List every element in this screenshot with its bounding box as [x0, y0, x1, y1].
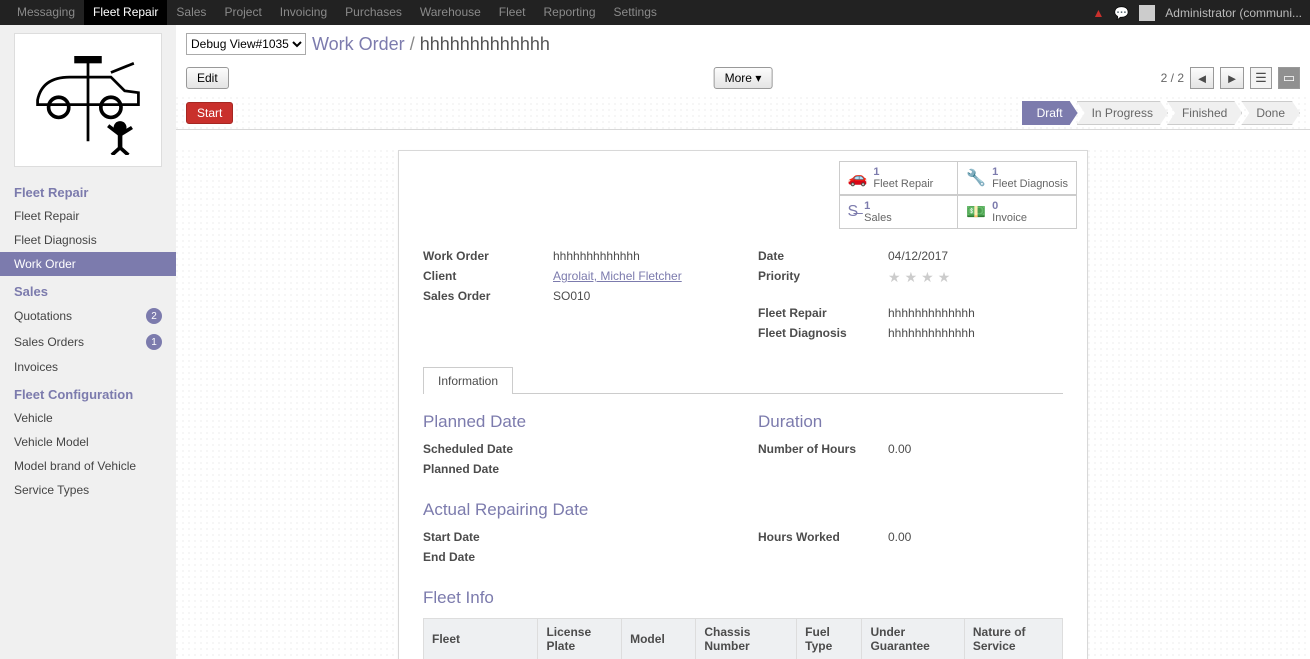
status-bar: Draft In Progress Finished Done — [1023, 101, 1300, 125]
next-button[interactable]: ► — [1220, 67, 1244, 89]
fleet-table: Fleet License Plate Model Chassis Number… — [423, 618, 1063, 659]
sidebar-section-fleet-repair[interactable]: Fleet Repair — [0, 177, 176, 204]
debug-view-select[interactable]: Debug View#1035 — [186, 33, 306, 55]
prev-button[interactable]: ◄ — [1190, 67, 1214, 89]
pager: 2 / 2 — [1161, 71, 1184, 85]
breadcrumb: Work Order / hhhhhhhhhhhhh — [312, 34, 550, 55]
label-date: Date — [758, 249, 888, 263]
sidebar-section-sales[interactable]: Sales — [0, 276, 176, 303]
chat-icon[interactable]: 💬 — [1114, 6, 1129, 20]
stat-fleet-repair[interactable]: 🚗 1Fleet Repair — [839, 161, 959, 195]
menu-sales[interactable]: Sales — [167, 0, 215, 25]
value-date: 04/12/2017 — [888, 249, 1063, 263]
menu-fleet[interactable]: Fleet — [490, 0, 535, 25]
form-sheet: 🚗 1Fleet Repair 🔧 1Fleet Diagnosis S̶ 1S… — [398, 150, 1088, 659]
section-actual-repairing: Actual Repairing Date — [423, 500, 728, 520]
sidebar: Fleet Repair Fleet Repair Fleet Diagnosi… — [0, 25, 176, 659]
status-draft[interactable]: Draft — [1022, 101, 1078, 125]
label-work-order: Work Order — [423, 249, 553, 263]
th-fuel-type[interactable]: Fuel Type — [797, 619, 862, 659]
more-button[interactable]: More ▾ — [714, 67, 773, 89]
th-nature[interactable]: Nature of Service — [964, 619, 1062, 659]
fleet-repair-logo-icon — [23, 45, 153, 155]
sidebar-item-work-order[interactable]: Work Order — [0, 252, 176, 276]
tab-information[interactable]: Information — [423, 367, 513, 394]
avatar[interactable] — [1139, 5, 1155, 21]
star-icon[interactable]: ★ — [938, 269, 951, 286]
stat-fleet-diagnosis[interactable]: 🔧 1Fleet Diagnosis — [957, 161, 1077, 195]
sidebar-item-service-types[interactable]: Service Types — [0, 478, 176, 502]
list-view-button[interactable]: ☰ — [1250, 67, 1272, 89]
sidebar-item-invoices[interactable]: Invoices — [0, 355, 176, 379]
value-hours-worked: 0.00 — [888, 530, 1063, 544]
status-done[interactable]: Done — [1241, 101, 1300, 125]
quotations-badge: 2 — [146, 308, 162, 324]
th-license-plate[interactable]: License Plate — [538, 619, 622, 659]
menu-project[interactable]: Project — [215, 0, 270, 25]
menu-purchases[interactable]: Purchases — [336, 0, 411, 25]
breadcrumb-title: hhhhhhhhhhhhh — [420, 34, 550, 54]
edit-button[interactable]: Edit — [186, 67, 229, 89]
breadcrumb-root[interactable]: Work Order — [312, 34, 405, 54]
user-menu[interactable]: Administrator (communi... — [1165, 6, 1302, 20]
section-duration: Duration — [758, 412, 1063, 432]
label-hours-worked: Hours Worked — [758, 530, 888, 544]
form-view-button[interactable]: ▭ — [1278, 67, 1300, 89]
menu-warehouse[interactable]: Warehouse — [411, 0, 490, 25]
section-fleet-info: Fleet Info — [423, 588, 1063, 608]
alert-icon[interactable]: ▲ — [1092, 6, 1104, 20]
sidebar-item-fleet-diagnosis[interactable]: Fleet Diagnosis — [0, 228, 176, 252]
th-fleet[interactable]: Fleet — [424, 619, 538, 659]
label-fleet-diagnosis: Fleet Diagnosis — [758, 326, 888, 340]
sidebar-item-fleet-repair[interactable]: Fleet Repair — [0, 204, 176, 228]
chevron-down-icon: ▾ — [755, 71, 761, 85]
menu-reporting[interactable]: Reporting — [534, 0, 604, 25]
sidebar-section-fleet-config[interactable]: Fleet Configuration — [0, 379, 176, 406]
th-chassis[interactable]: Chassis Number — [696, 619, 797, 659]
money-icon: 💵 — [966, 202, 986, 222]
value-work-order: hhhhhhhhhhhhh — [553, 249, 728, 263]
strikethrough-icon: S̶ — [848, 203, 859, 221]
value-num-hours: 0.00 — [888, 442, 1063, 456]
star-icon[interactable]: ★ — [888, 269, 901, 286]
label-priority: Priority — [758, 269, 888, 286]
sidebar-item-vehicle-model[interactable]: Vehicle Model — [0, 430, 176, 454]
value-fleet-repair: hhhhhhhhhhhhh — [888, 306, 1063, 320]
value-fleet-diagnosis: hhhhhhhhhhhhh — [888, 326, 1063, 340]
app-logo — [14, 33, 162, 167]
label-start-date: Start Date — [423, 530, 553, 544]
label-scheduled-date: Scheduled Date — [423, 442, 553, 456]
sidebar-item-quotations[interactable]: Quotations2 — [0, 303, 176, 329]
sidebar-item-model-brand[interactable]: Model brand of Vehicle — [0, 454, 176, 478]
value-sales-order: SO010 — [553, 289, 728, 303]
label-num-hours: Number of Hours — [758, 442, 888, 456]
menu-invoicing[interactable]: Invoicing — [271, 0, 336, 25]
sales-orders-badge: 1 — [146, 334, 162, 350]
label-sales-order: Sales Order — [423, 289, 553, 303]
status-finished[interactable]: Finished — [1167, 101, 1242, 125]
label-fleet-repair: Fleet Repair — [758, 306, 888, 320]
th-model[interactable]: Model — [622, 619, 696, 659]
top-menu-bar: Messaging Fleet Repair Sales Project Inv… — [0, 0, 1310, 25]
sidebar-item-sales-orders[interactable]: Sales Orders1 — [0, 329, 176, 355]
status-in-progress[interactable]: In Progress — [1077, 101, 1168, 125]
star-icon[interactable]: ★ — [921, 269, 934, 286]
th-guarantee[interactable]: Under Guarantee — [862, 619, 964, 659]
menu-settings[interactable]: Settings — [605, 0, 666, 25]
wrench-icon: 🔧 — [966, 168, 986, 188]
star-icon[interactable]: ★ — [905, 269, 918, 286]
priority-stars[interactable]: ★★★★ — [888, 269, 1063, 286]
label-client: Client — [423, 269, 553, 283]
stat-invoice[interactable]: 💵 0Invoice — [957, 195, 1077, 229]
stat-sales[interactable]: S̶ 1Sales — [839, 195, 959, 229]
menu-fleet-repair[interactable]: Fleet Repair — [84, 0, 167, 25]
car-icon: 🚗 — [848, 168, 868, 188]
menu-messaging[interactable]: Messaging — [8, 0, 84, 25]
label-end-date: End Date — [423, 550, 553, 564]
start-button[interactable]: Start — [186, 102, 233, 124]
value-client[interactable]: Agrolait, Michel Fletcher — [553, 269, 682, 283]
sidebar-item-vehicle[interactable]: Vehicle — [0, 406, 176, 430]
label-planned-date: Planned Date — [423, 462, 553, 476]
section-planned-date: Planned Date — [423, 412, 728, 432]
